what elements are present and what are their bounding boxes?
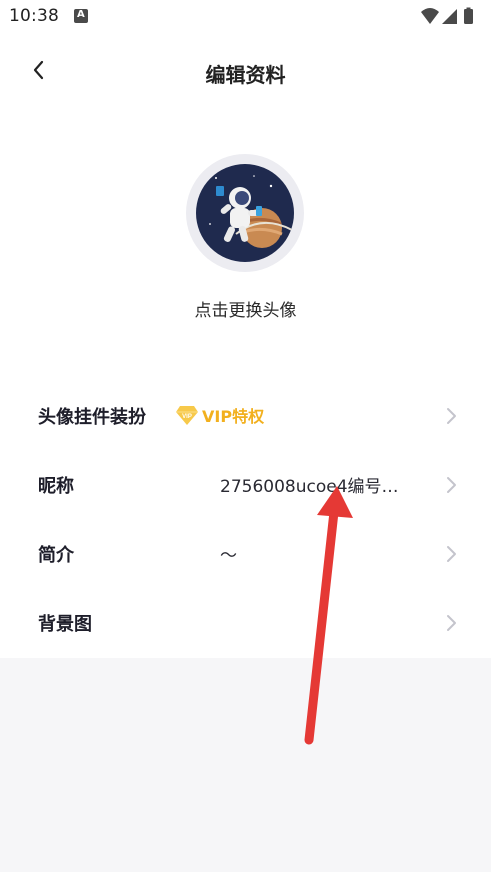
chevron-right-icon <box>447 615 456 631</box>
notification-icon: A <box>74 9 88 23</box>
bio-value: ～ <box>220 546 237 566</box>
vip-diamond-icon: VIP <box>176 406 198 425</box>
row-label: 背景图 <box>38 614 92 635</box>
page-title: 编辑资料 <box>205 63 286 87</box>
chevron-right-icon <box>447 477 456 493</box>
avatar[interactable] <box>196 164 294 262</box>
vip-badge: VIP VIP特权 <box>175 402 264 428</box>
battery-icon <box>464 9 473 24</box>
wifi-icon <box>421 8 439 24</box>
row-label: 昵称 <box>38 476 74 497</box>
change-avatar-hint[interactable]: 点击更换头像 <box>0 296 491 321</box>
chevron-right-icon <box>447 408 456 424</box>
astronaut-avatar-image <box>196 164 294 262</box>
row-label: 简介 <box>38 545 74 566</box>
nickname-value: 2756008ucoe4编号… <box>220 477 399 497</box>
row-background-image[interactable]: 背景图 <box>0 588 491 658</box>
row-bio[interactable]: 简介 ～ <box>0 519 491 589</box>
row-label: 头像挂件装扮 <box>38 407 146 428</box>
row-avatar-frame[interactable]: 头像挂件装扮 VIP VIP特权 <box>0 381 491 451</box>
chevron-right-icon <box>447 546 456 562</box>
row-nickname[interactable]: 昵称 2756008ucoe4编号… <box>0 450 491 520</box>
vip-privilege-label: VIP特权 <box>202 407 265 426</box>
svg-text:VIP: VIP <box>182 414 192 420</box>
status-time: 10:38 <box>9 6 59 26</box>
system-status-icons <box>421 7 473 24</box>
signal-icon <box>442 9 457 24</box>
status-bar: 10:38 A <box>0 0 491 34</box>
